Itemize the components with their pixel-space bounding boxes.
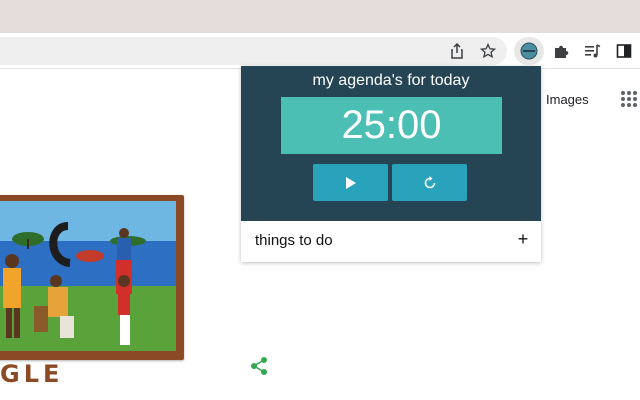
doodle-wordmark: GLE bbox=[0, 360, 64, 388]
side-panel-icon[interactable] bbox=[613, 40, 635, 62]
agenda-extension-popup: my agenda's for today 25:00 things to do… bbox=[241, 66, 541, 262]
share-icon[interactable] bbox=[249, 356, 269, 376]
google-doodle[interactable] bbox=[0, 195, 184, 360]
address-bar[interactable] bbox=[0, 37, 507, 65]
popup-header: my agenda's for today 25:00 bbox=[241, 66, 541, 221]
play-button[interactable] bbox=[313, 164, 388, 201]
popup-title: my agenda's for today bbox=[312, 72, 470, 89]
play-icon bbox=[345, 176, 356, 189]
timer-display: 25:00 bbox=[281, 97, 502, 154]
images-link[interactable]: Images bbox=[546, 92, 589, 107]
puzzle-icon[interactable] bbox=[550, 40, 572, 62]
browser-toolbar bbox=[0, 33, 640, 69]
share-icon[interactable] bbox=[446, 40, 468, 62]
reset-icon bbox=[424, 175, 435, 188]
todo-label: things to do bbox=[255, 232, 333, 249]
todo-row: things to do + bbox=[241, 221, 541, 262]
agenda-extension-icon[interactable] bbox=[518, 40, 540, 62]
star-icon[interactable] bbox=[477, 40, 499, 62]
tab-strip bbox=[0, 0, 640, 33]
reset-button[interactable] bbox=[392, 164, 467, 201]
doodle-illustration bbox=[0, 201, 176, 351]
add-todo-button[interactable]: + bbox=[515, 229, 531, 250]
media-control-icon[interactable] bbox=[582, 40, 604, 62]
apps-grid-icon[interactable] bbox=[620, 90, 638, 108]
